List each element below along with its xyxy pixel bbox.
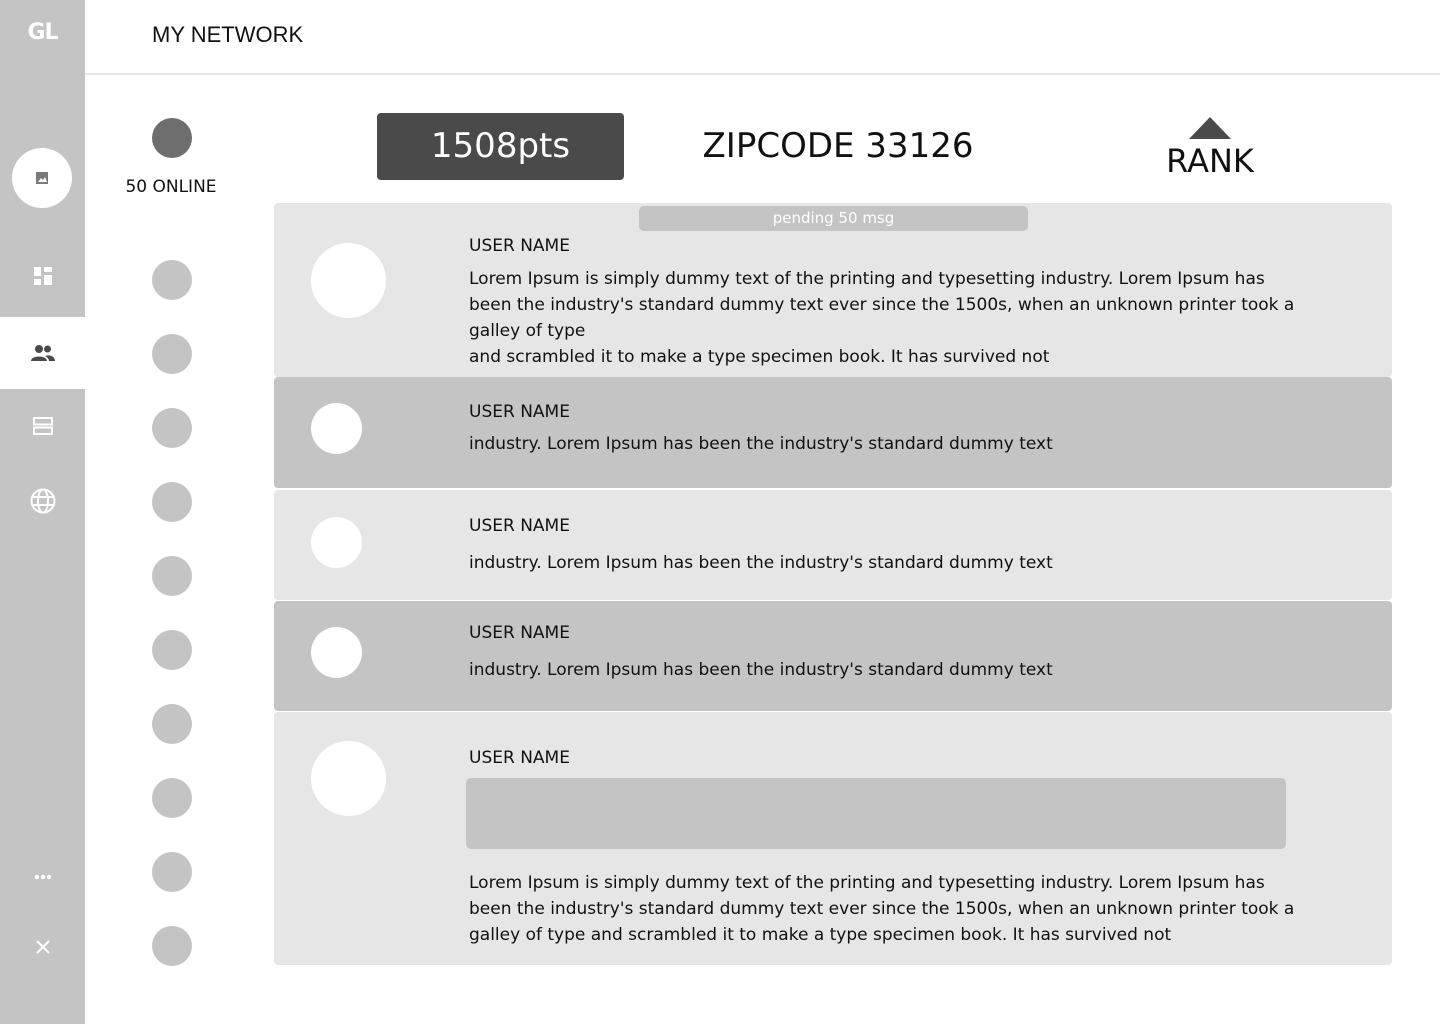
message-card[interactable]: USER NAME industry. Lorem Ipsum has been…: [274, 490, 1392, 600]
app-logo: GL: [27, 20, 58, 45]
message-text: Lorem Ipsum is simply dummy text of the …: [469, 870, 1309, 948]
online-user-avatar[interactable]: [152, 852, 192, 892]
zipcode-label: ZIPCODE 33126: [702, 126, 974, 166]
message-text: industry. Lorem Ipsum has been the indus…: [469, 550, 1309, 576]
message-text: industry. Lorem Ipsum has been the indus…: [469, 657, 1309, 683]
user-name[interactable]: USER NAME: [469, 236, 570, 256]
message-line: Lorem Ipsum is simply dummy text of the …: [469, 873, 1265, 893]
user-avatar[interactable]: [311, 403, 362, 454]
online-status-indicator: [152, 118, 192, 158]
sidebar: GL: [0, 0, 85, 1024]
online-user-avatar[interactable]: [152, 482, 192, 522]
message-card[interactable]: USER NAME Lorem Ipsum is simply dummy te…: [274, 712, 1392, 965]
user-name[interactable]: USER NAME: [469, 516, 570, 536]
user-avatar[interactable]: [311, 517, 362, 568]
online-user-avatar[interactable]: [152, 556, 192, 596]
dashboard-icon: [33, 267, 52, 285]
online-user-avatar[interactable]: [152, 408, 192, 448]
online-user-avatar[interactable]: [152, 704, 192, 744]
user-avatar[interactable]: [311, 243, 386, 318]
more-icon: [34, 874, 51, 880]
rank-up-arrow-icon[interactable]: [1189, 117, 1231, 139]
message-line: galley of type and scrambled it to make …: [469, 925, 1172, 945]
user-avatar[interactable]: [311, 627, 362, 678]
message-text: industry. Lorem Ipsum has been the indus…: [469, 431, 1309, 457]
reply-input[interactable]: [466, 778, 1286, 849]
online-user-avatar[interactable]: [152, 630, 192, 670]
image-icon: [36, 172, 48, 184]
nav-storage[interactable]: [0, 390, 85, 462]
message-card[interactable]: USER NAME industry. Lorem Ipsum has been…: [274, 377, 1392, 488]
globe-icon: [30, 488, 55, 514]
online-user-avatar[interactable]: [152, 926, 192, 966]
message-card[interactable]: USER NAME industry. Lorem Ipsum has been…: [274, 601, 1392, 711]
nav-network[interactable]: [0, 317, 85, 389]
message-text: Lorem Ipsum is simply dummy text of the …: [469, 266, 1309, 370]
user-avatar[interactable]: [311, 741, 386, 816]
rank-label[interactable]: RANK: [1150, 142, 1270, 180]
points-badge: 1508pts: [377, 113, 624, 180]
user-name[interactable]: USER NAME: [469, 402, 570, 422]
message-line: and scrambled it to make a type specimen…: [469, 347, 1050, 367]
people-icon: [30, 345, 55, 361]
user-name[interactable]: USER NAME: [469, 623, 570, 643]
nav-globe[interactable]: [0, 465, 85, 537]
message-line: industry. Lorem Ipsum has been the indus…: [469, 660, 1053, 680]
nav-dashboard[interactable]: [0, 240, 85, 312]
more-button[interactable]: [0, 841, 85, 913]
close-icon: [35, 940, 50, 954]
online-user-avatar[interactable]: [152, 778, 192, 818]
top-header: MY NETWORK: [85, 0, 1440, 75]
message-line: industry. Lorem Ipsum has been the indus…: [469, 434, 1053, 454]
pending-messages-badge[interactable]: pending 50 msg: [639, 206, 1028, 231]
online-count: 50 ONLINE: [125, 177, 217, 197]
profile-avatar-button[interactable]: [12, 148, 72, 208]
message-line: been the industry's standard dummy text …: [469, 295, 1295, 315]
message-line: industry. Lorem Ipsum has been the indus…: [469, 553, 1053, 573]
online-user-avatar[interactable]: [152, 260, 192, 300]
close-button[interactable]: [0, 911, 85, 983]
online-user-avatar[interactable]: [152, 334, 192, 374]
message-line: galley of type: [469, 321, 586, 341]
user-name[interactable]: USER NAME: [469, 748, 570, 768]
storage-icon: [32, 417, 53, 435]
page-title: MY NETWORK: [152, 22, 304, 47]
message-line: been the industry's standard dummy text …: [469, 899, 1295, 919]
message-line: Lorem Ipsum is simply dummy text of the …: [469, 269, 1265, 289]
